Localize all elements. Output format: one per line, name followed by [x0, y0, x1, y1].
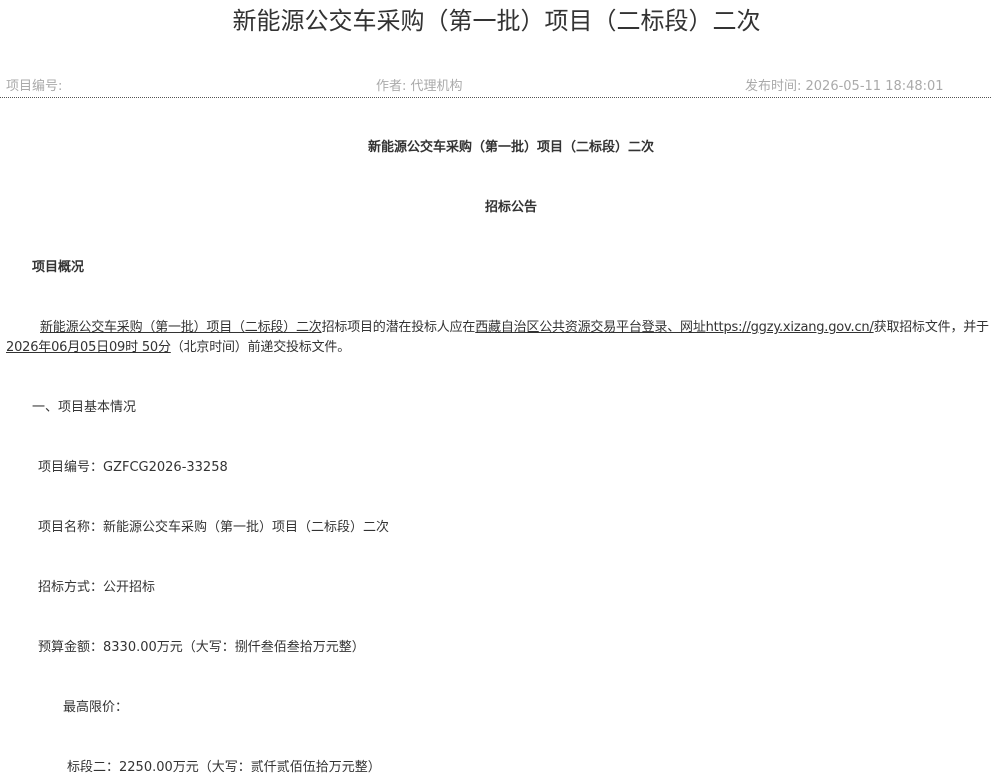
project-name-line: 项目名称：新能源公交车采购（第一批）项目（二标段）二次 [38, 520, 390, 535]
overview-text-1: 招标项目的潜在投标人应在 [321, 320, 476, 335]
platform-url-link[interactable]: https://ggzy.xizang.gov.cn/ [706, 320, 874, 335]
lot-two-line: 标段二：2250.00万元（大写：贰仟贰佰伍拾万元整） [67, 760, 381, 775]
overview-project-name: 新能源公交车采购（第一批）项目（二标段）二次 [40, 320, 322, 335]
overview-platform: 西藏自治区公共资源交易平台登录、网址 [475, 320, 706, 335]
overview-heading: 项目概况 [32, 260, 85, 275]
notice-subtitle: 新能源公交车采购（第一批）项目（二标段）二次 [367, 140, 654, 155]
overview-text-2: 获取招标文件，并于 [873, 320, 989, 335]
meta-author: 作者: 代理机构 [376, 79, 463, 94]
overview-paragraph: 新能源公交车采购（第一批）项目（二标段）二次招标项目的潜在投标人应在西藏自治区公… [6, 318, 990, 358]
overview-text-3: （北京时间）前递交投标文件。 [170, 340, 350, 355]
budget-line: 预算金额：8330.00万元（大写：捌仟叁佰叁拾万元整） [38, 640, 365, 655]
section-1-heading: 一、项目基本情况 [32, 400, 137, 415]
meta-project-no: 项目编号: [6, 79, 63, 94]
overview-deadline: 2026年06月05日09时 50分 [6, 340, 171, 355]
bid-method-line: 招标方式：公开招标 [38, 580, 156, 595]
meta-bar: 项目编号: 作者: 代理机构 发布时间: 2026-05-11 18:48:01 [0, 78, 991, 98]
max-price-label: 最高限价： [63, 700, 129, 715]
project-number-line: 项目编号：GZFCG2026-33258 [38, 460, 228, 475]
meta-publish-time: 发布时间: 2026-05-11 18:48:01 [745, 79, 944, 94]
page-title: 新能源公交车采购（第一批）项目（二标段）二次 [232, 7, 761, 35]
notice-type-heading: 招标公告 [484, 200, 537, 215]
